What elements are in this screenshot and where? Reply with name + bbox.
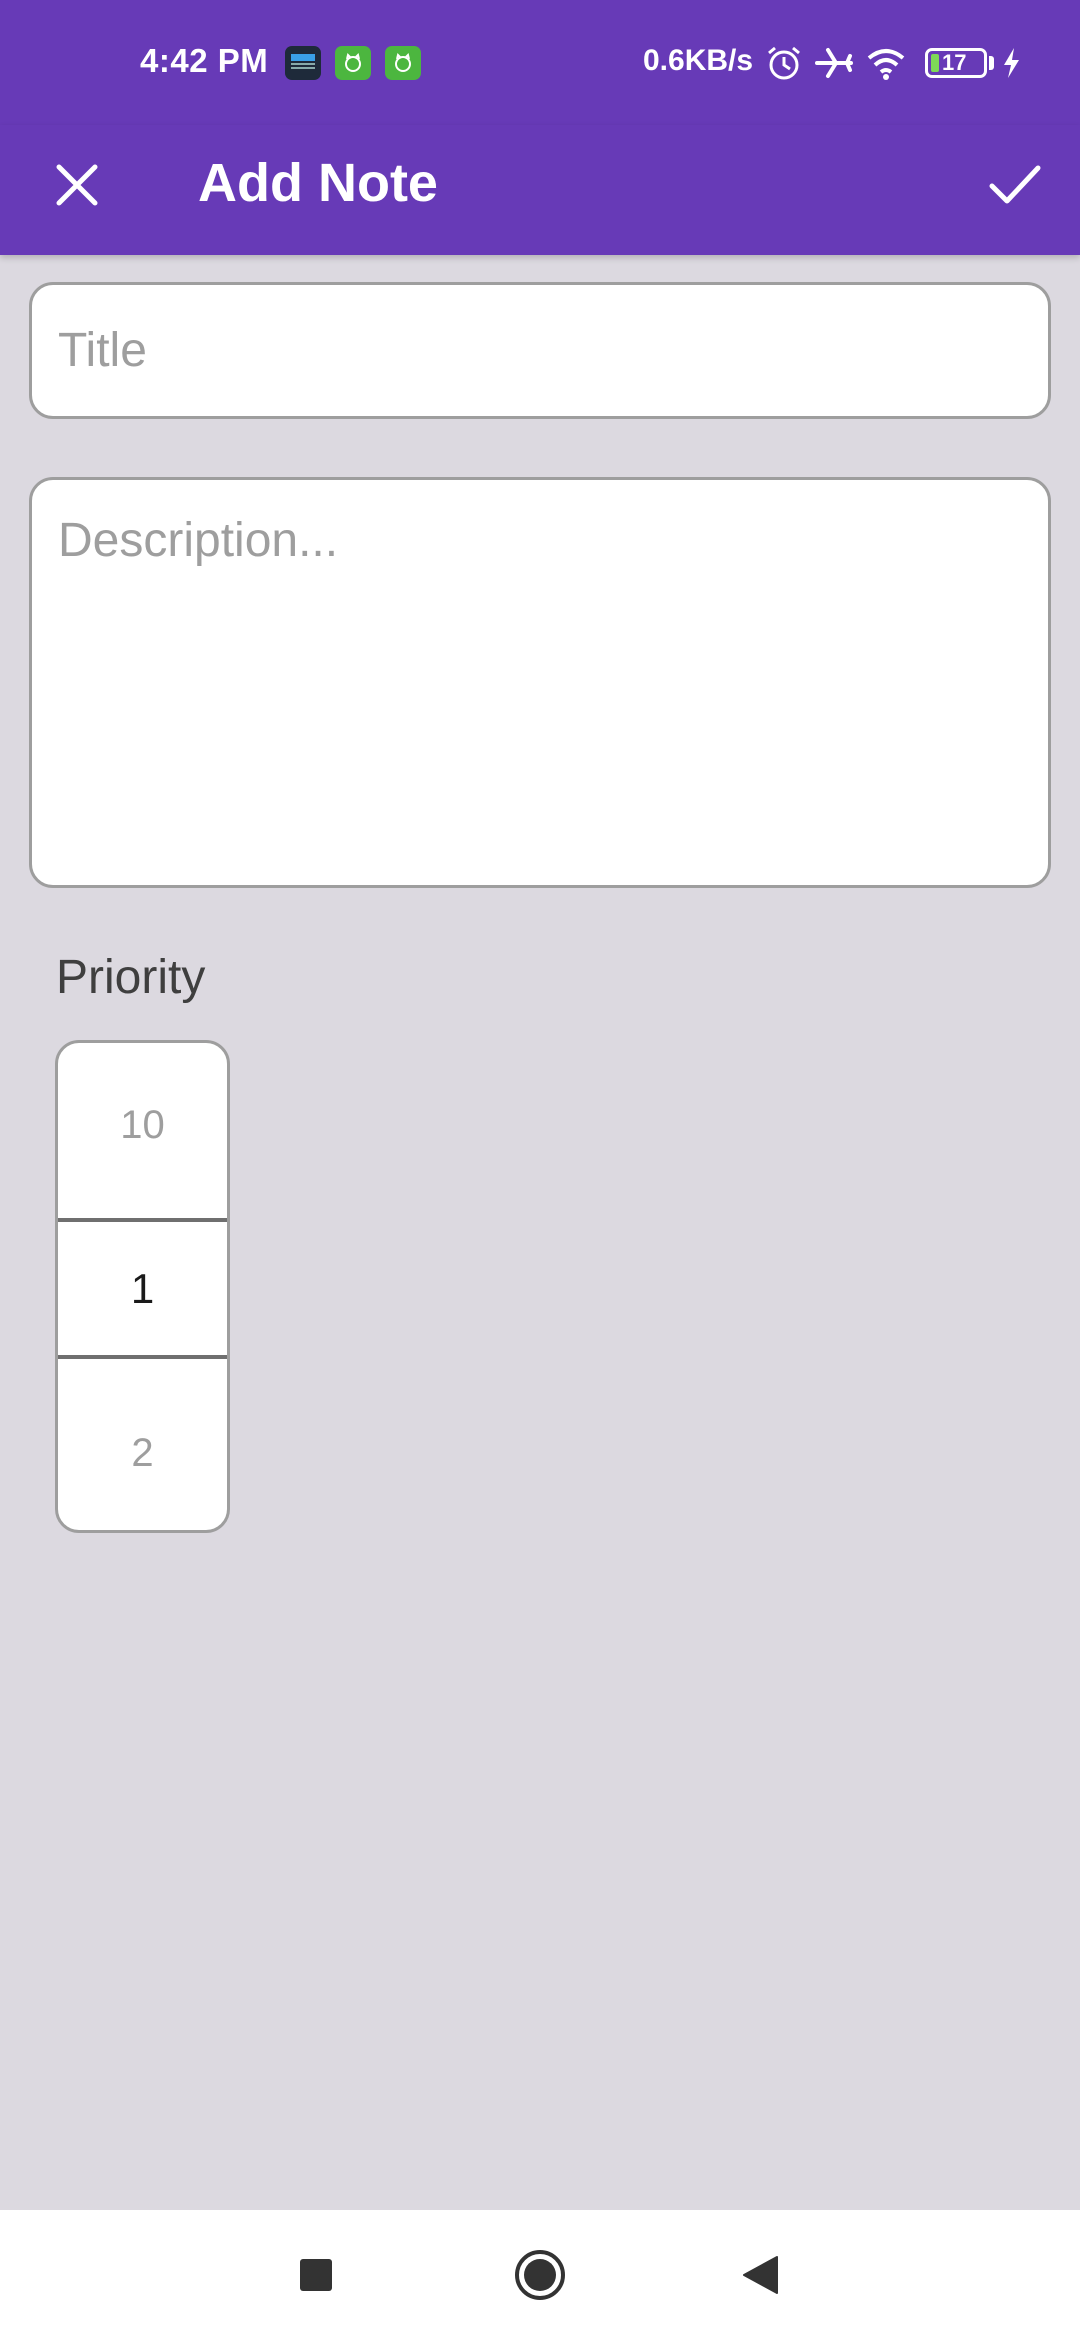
battery-level: 17	[942, 50, 967, 75]
recents-icon	[300, 2259, 332, 2291]
close-button[interactable]	[40, 148, 114, 222]
network-speed: 0.6KB/s	[643, 44, 754, 77]
home-icon	[515, 2250, 565, 2300]
back-button[interactable]	[725, 2240, 795, 2310]
priority-number-picker[interactable]: 10 1 2	[55, 1040, 230, 1533]
close-icon	[56, 164, 98, 206]
status-bar: 4:42 PM 0.6KB/s 17	[0, 0, 1080, 125]
picker-previous-value[interactable]: 10	[58, 1103, 227, 1148]
wifi-icon	[867, 49, 905, 80]
airplane-icon	[815, 48, 853, 78]
home-button[interactable]	[505, 2240, 575, 2310]
picker-next-value[interactable]: 2	[58, 1431, 227, 1476]
page-title: Add Note	[198, 153, 438, 213]
alarm-icon	[768, 46, 800, 80]
title-input[interactable]	[29, 282, 1051, 419]
description-input[interactable]	[29, 477, 1051, 888]
check-icon	[989, 165, 1041, 204]
app-bar: Add Note	[0, 125, 1080, 255]
charging-icon	[1004, 48, 1019, 78]
battery-icon: 17	[925, 48, 987, 78]
save-button[interactable]	[975, 148, 1055, 222]
picker-selected-value[interactable]: 1	[58, 1265, 227, 1313]
picker-divider	[58, 1355, 227, 1359]
recents-button[interactable]	[281, 2240, 351, 2310]
system-nav-bar	[0, 2210, 1080, 2340]
status-time: 4:42 PM	[140, 42, 269, 79]
priority-label: Priority	[56, 951, 206, 1004]
app-365-icon	[285, 46, 321, 80]
picker-divider	[58, 1218, 227, 1222]
add-note-screen: 4:42 PM 0.6KB/s 17 Add Note Title Descri…	[0, 0, 1080, 2340]
cat-app-icon	[335, 46, 371, 80]
battery-tip	[989, 56, 994, 70]
back-icon	[743, 2256, 778, 2294]
cat-app-icon	[385, 46, 421, 80]
